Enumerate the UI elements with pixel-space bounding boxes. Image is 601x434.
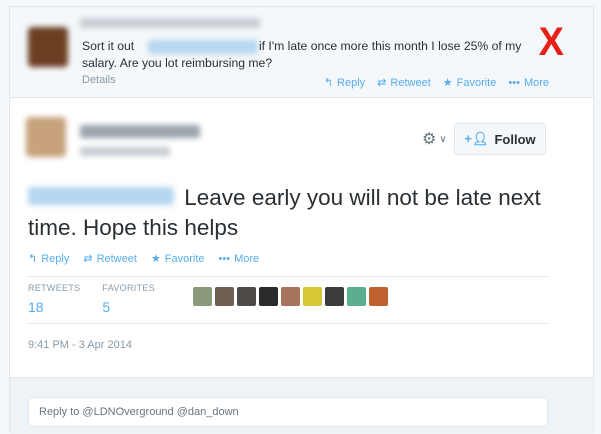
tweet-timestamp[interactable]: 9:41 PM - 3 Apr 2014	[28, 339, 132, 351]
main-tweet-actions: ↰ Reply ⇄ Retweet ★ Favorite ••• More	[28, 252, 260, 266]
more-label: More	[234, 252, 260, 265]
more-dots-icon: •••	[508, 76, 520, 89]
favoriter-avatar[interactable]	[281, 287, 300, 306]
retweets-stat[interactable]: RETWEETS 18	[28, 283, 80, 315]
reply-input[interactable]: Reply to @LDNOverground @dan_down	[28, 397, 548, 427]
favoriter-avatar[interactable]	[193, 287, 212, 306]
parent-retweet-action[interactable]: ⇄ Retweet	[377, 76, 431, 90]
parent-tweet-text-start: Sort it out	[82, 39, 135, 53]
main-tweet-text: Leave early you will not be late next ti…	[28, 185, 541, 240]
parent-tweet-text-rest: if I'm late once more this month I lose …	[82, 39, 522, 70]
favoriter-avatar[interactable]	[215, 287, 234, 306]
favoriter-avatar[interactable]	[347, 287, 366, 306]
retweet-icon: ⇄	[377, 77, 387, 89]
divider	[28, 276, 548, 277]
parent-tweet-actions: ↰ Reply ⇄ Retweet ★ Favorite ••• More	[323, 76, 549, 90]
follow-button-label: Follow	[494, 131, 536, 147]
parent-tweet[interactable]: Sort it out if I'm late once more this m…	[10, 7, 593, 98]
retweets-count: 18	[28, 299, 44, 315]
main-tweet-text-container: Leave early you will not be late next ti…	[28, 183, 568, 243]
author-avatar[interactable]	[26, 117, 66, 157]
parent-tweet-text: Sort it out if I'm late once more this m…	[82, 38, 552, 72]
favoriter-avatars	[193, 287, 388, 306]
follow-button[interactable]: +👤︎ Follow	[454, 123, 546, 155]
parent-reply-action[interactable]: ↰ Reply	[323, 76, 366, 90]
author-name-redacted[interactable]	[80, 125, 200, 138]
favoriter-avatar[interactable]	[325, 287, 344, 306]
reply-action[interactable]: ↰ Reply	[28, 252, 70, 266]
favorites-label: FAVORITES	[102, 283, 155, 293]
tweet-permalink-card: Sort it out if I'm late once more this m…	[9, 6, 594, 434]
favorite-action[interactable]: ★ Favorite	[150, 252, 205, 266]
retweet-label: Retweet	[96, 252, 137, 265]
parent-more-label: More	[523, 76, 549, 89]
star-icon: ★	[150, 253, 161, 265]
favoriter-avatar[interactable]	[259, 287, 278, 306]
reply-label: Reply	[41, 252, 70, 265]
parent-favorite-action[interactable]: ★ Favorite	[442, 76, 497, 90]
tweet-stats: RETWEETS 18 FAVORITES 5	[28, 283, 155, 315]
retweet-action[interactable]: ⇄ Retweet	[83, 252, 137, 266]
retweet-icon: ⇄	[83, 253, 93, 265]
star-icon: ★	[442, 77, 453, 89]
more-dots-icon: •••	[218, 252, 231, 265]
details-link[interactable]: Details	[82, 74, 116, 86]
favoriter-avatar[interactable]	[303, 287, 322, 306]
more-action[interactable]: ••• More	[219, 252, 260, 265]
gear-icon: ⚙	[422, 131, 437, 148]
reply-icon: ↰	[323, 77, 334, 89]
favorite-label: Favorite	[164, 252, 205, 265]
user-actions-dropdown[interactable]: ⚙ ∨	[422, 129, 447, 149]
favoriter-avatar[interactable]	[237, 287, 256, 306]
chevron-down-icon: ∨	[439, 133, 447, 145]
parent-author-name-redacted	[80, 18, 260, 28]
parent-favorite-label: Favorite	[456, 76, 497, 89]
author-handle-redacted[interactable]	[80, 147, 170, 156]
parent-avatar[interactable]	[28, 27, 68, 67]
favorites-stat[interactable]: FAVORITES 5	[102, 283, 155, 315]
add-user-icon: +👤︎	[464, 131, 489, 146]
reply-icon: ↰	[28, 253, 38, 265]
parent-more-action[interactable]: ••• More	[508, 76, 549, 89]
favorites-count: 5	[102, 299, 111, 315]
favoriter-avatar[interactable]	[369, 287, 388, 306]
parent-reply-label: Reply	[337, 76, 366, 89]
parent-retweet-label: Retweet	[390, 76, 431, 89]
divider	[28, 323, 548, 324]
retweets-label: RETWEETS	[28, 283, 81, 293]
reply-area: Reply to @LDNOverground @dan_down	[10, 377, 593, 434]
red-x-overlay-mark: X	[538, 20, 565, 64]
